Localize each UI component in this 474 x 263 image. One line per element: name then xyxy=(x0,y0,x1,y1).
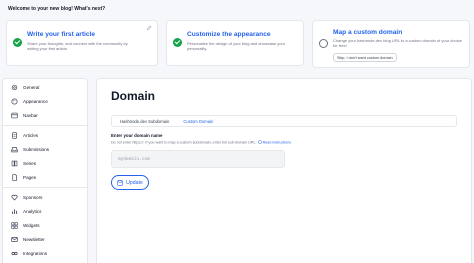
update-button[interactable]: Update xyxy=(111,175,149,190)
sidebar-item-general[interactable]: General xyxy=(11,83,39,92)
welcome-heading: Welcome to your new blog! What's next? xyxy=(8,6,106,12)
card-title: Write your first article xyxy=(27,31,96,38)
empty-circle-icon xyxy=(319,39,328,48)
read-instructions-link[interactable]: Read instructions xyxy=(263,141,292,145)
card-title: Customize the appearance xyxy=(187,31,271,38)
sidebar-item-newsletter[interactable]: Newsletter xyxy=(11,235,45,244)
tab-custom-domain[interactable]: Custom Domain xyxy=(183,119,213,124)
series-icon xyxy=(11,160,18,167)
domain-tabs: Hashnode.dev Subdomain Custom Domain xyxy=(111,115,457,127)
update-button-label: Update xyxy=(126,179,143,186)
sidebar-item-sponsors[interactable]: Sponsors xyxy=(11,193,42,202)
check-circle-icon xyxy=(13,38,22,47)
info-icon xyxy=(257,140,262,144)
tab-hashnode-subdomain[interactable]: Hashnode.dev Subdomain xyxy=(120,119,169,124)
sidebar-item-label: Widgets xyxy=(23,223,40,228)
sidebar-item-articles[interactable]: Articles xyxy=(11,131,38,140)
gear-icon xyxy=(11,84,18,91)
domain-input[interactable]: mydomain.com xyxy=(111,150,285,168)
chart-icon xyxy=(11,209,18,214)
sidebar-item-label: Navbar xyxy=(23,113,38,118)
card-description: Personalize the design of your blog and … xyxy=(187,41,286,52)
inbox-icon xyxy=(11,147,18,153)
sidebar-item-series[interactable]: Series xyxy=(11,159,36,168)
save-icon xyxy=(117,179,123,186)
edit-icon xyxy=(146,25,152,31)
help-text: Do not enter https://. If you want to ma… xyxy=(111,140,257,145)
integrations-icon xyxy=(11,251,18,256)
sidebar-divider xyxy=(3,187,87,188)
card-customize-appearance[interactable]: Customize the appearance Personalize the… xyxy=(166,20,304,66)
document-icon xyxy=(12,132,17,139)
domain-field-label: Enter your domain name xyxy=(111,133,163,138)
domain-settings-panel: Domain Hashnode.dev Subdomain Custom Dom… xyxy=(96,78,472,263)
sidebar-item-widgets[interactable]: Widgets xyxy=(11,221,40,230)
sidebar-item-label: General xyxy=(23,85,40,90)
sidebar-item-label: Analytics xyxy=(23,209,42,214)
card-write-article[interactable]: Write your first article Share your thou… xyxy=(6,20,158,66)
sidebar-item-label: Submissions xyxy=(23,147,50,152)
check-circle-icon xyxy=(173,38,182,47)
sidebar-item-label: Integrations xyxy=(23,251,48,256)
settings-sidebar: General Appearance Navbar Articles Submi… xyxy=(2,78,88,263)
sidebar-item-integrations[interactable]: Integrations xyxy=(11,249,47,258)
sidebar-item-appearance[interactable]: Appearance xyxy=(11,97,48,106)
sidebar-item-submissions[interactable]: Submissions xyxy=(11,145,49,154)
mail-icon xyxy=(11,237,18,242)
card-description: Change your hashnode.dev blog URL to a c… xyxy=(333,38,462,49)
navbar-icon xyxy=(11,112,18,119)
card-map-custom-domain[interactable]: Map a custom domain Change your hashnode… xyxy=(312,20,470,68)
skip-custom-domain-button[interactable]: Skip, I don't want custom domain xyxy=(333,53,397,62)
heart-icon xyxy=(11,194,18,201)
widgets-icon xyxy=(11,222,18,229)
palette-icon xyxy=(11,98,18,105)
pages-icon xyxy=(12,174,17,181)
sidebar-item-label: Appearance xyxy=(23,99,48,104)
sidebar-item-label: Pages xyxy=(23,175,37,180)
sidebar-divider xyxy=(3,125,87,126)
sidebar-item-label: Sponsors xyxy=(23,195,43,200)
sidebar-item-label: Series xyxy=(23,161,37,166)
sidebar-item-navbar[interactable]: Navbar xyxy=(11,111,38,120)
sidebar-item-label: Articles xyxy=(23,133,39,138)
domain-field-help: Do not enter https://. If you want to ma… xyxy=(111,140,291,145)
card-description: Share your thoughts, and connect with th… xyxy=(27,41,128,52)
sidebar-item-label: Newsletter xyxy=(23,237,45,242)
card-title: Map a custom domain xyxy=(333,29,403,36)
page-title: Domain xyxy=(111,89,156,103)
sidebar-item-pages[interactable]: Pages xyxy=(11,173,36,182)
sidebar-item-analytics[interactable]: Analytics xyxy=(11,207,41,216)
